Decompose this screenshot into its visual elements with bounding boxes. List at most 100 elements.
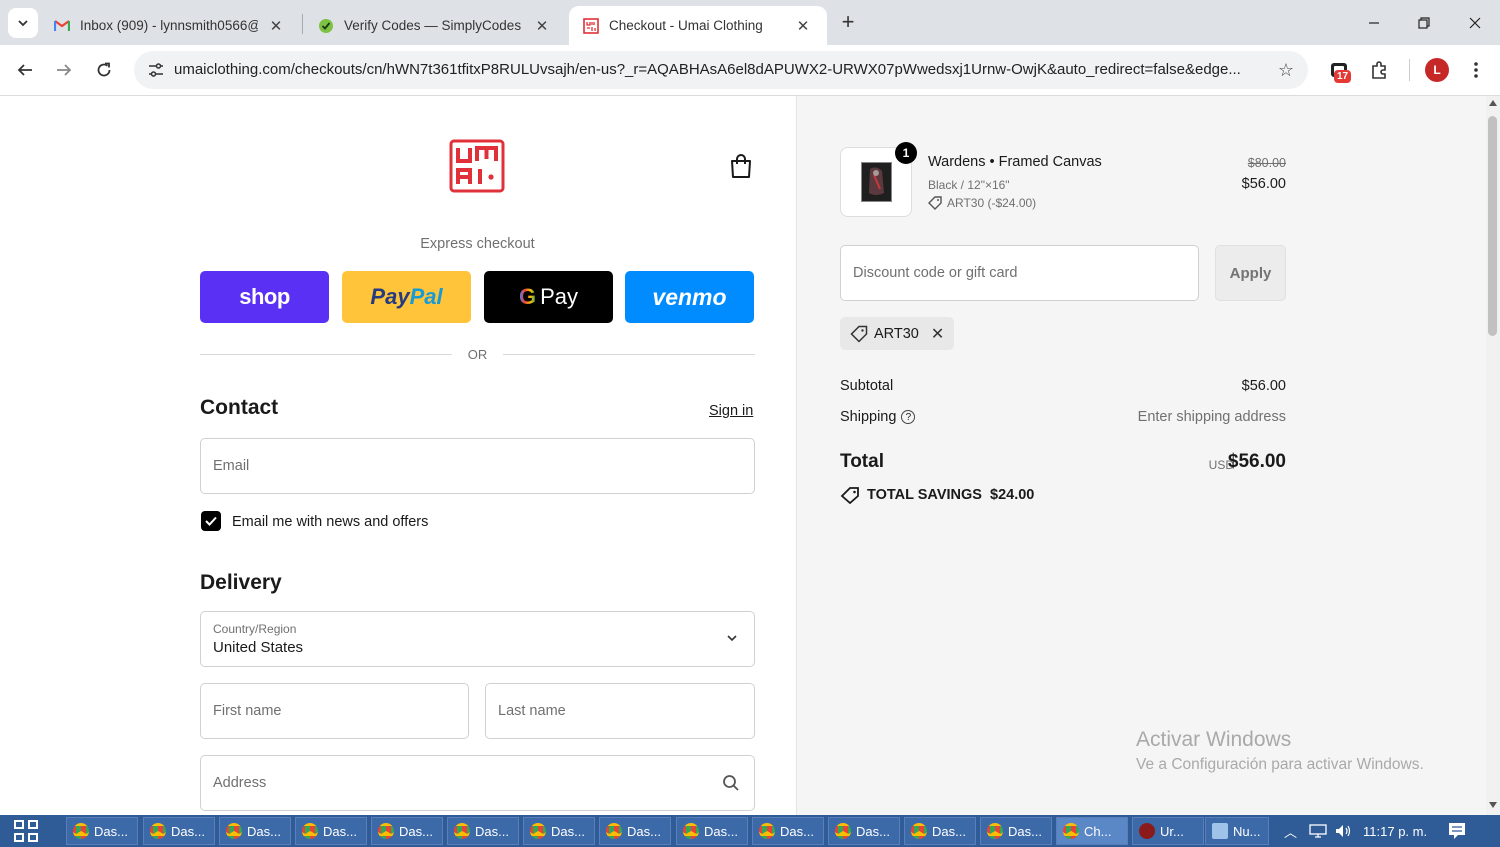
chrome-icon [378,823,394,839]
minimize-icon [1369,21,1379,24]
taskbar-item[interactable]: Ch... [1056,817,1128,845]
volume-icon[interactable] [1335,824,1353,838]
taskbar-item[interactable]: Das... [295,817,367,845]
taskbar-item[interactable]: Das... [447,817,519,845]
umai-favicon-icon [583,17,599,34]
close-icon[interactable]: ✕ [793,16,813,36]
shipping-value: Enter shipping address [1137,409,1286,425]
chrome-icon [73,823,89,839]
clock[interactable]: 11:17 p. m. [1363,824,1427,839]
first-name-field[interactable]: First name [200,683,469,739]
chrome-icon [1063,823,1079,839]
windows-activation-watermark: Activar Windows [1136,728,1292,751]
chrome-icon [150,823,166,839]
app-icon [1139,823,1155,839]
shop-pay-label: shop [239,284,290,309]
bookmark-star-icon[interactable]: ☆ [1278,60,1294,81]
taskbar-item[interactable]: Das... [676,817,748,845]
venmo-button[interactable]: venmo [625,271,754,323]
minimize-button[interactable] [1349,0,1399,45]
taskbar-item-label: Das... [247,823,281,839]
taskbar-item[interactable]: Das... [371,817,443,845]
google-g-icon: G [518,284,537,309]
checkout-page: Express checkout shop Pay Pal G Pay venmo… [0,96,1486,815]
tab-title: Inbox (909) - lynnsmith0566@g [80,18,258,33]
address-bar[interactable]: umaiclothing.com/checkouts/cn/hWN7t361tf… [134,51,1308,89]
tab-search-button[interactable] [8,8,38,38]
discount-code-input[interactable]: Discount code or gift card [840,245,1199,301]
apply-discount-button[interactable]: Apply [1215,245,1286,301]
taskbar-item[interactable]: Das... [66,817,138,845]
scroll-up-arrow-icon[interactable] [1489,100,1497,106]
chrome-menu-kebab-icon[interactable] [1463,57,1489,83]
close-icon[interactable]: ✕ [532,16,552,36]
sign-in-link[interactable]: Sign in [709,403,753,419]
restore-button[interactable] [1399,0,1449,45]
remove-discount-close-icon[interactable]: ✕ [931,324,944,344]
close-icon[interactable]: ✕ [266,16,286,36]
tag-icon [928,196,942,210]
chrome-icon [530,823,546,839]
contact-heading: Contact [200,396,279,419]
toolbar-divider [1409,59,1410,81]
taskbar-item[interactable]: Das... [752,817,824,845]
profile-avatar[interactable]: L [1425,58,1449,82]
umai-logo[interactable] [449,139,505,193]
product-name: Wardens • Framed Canvas [928,154,1102,170]
taskbar-item[interactable]: Das... [599,817,671,845]
taskbar-item[interactable]: Das... [143,817,215,845]
arrow-right-icon [57,64,72,76]
shopping-bag-icon[interactable] [729,153,753,179]
extensions-puzzle-icon[interactable] [1366,57,1392,83]
address-field[interactable]: Address [200,755,755,811]
newsletter-label[interactable]: Email me with news and offers [232,514,428,530]
shop-pay-button[interactable]: shop [200,271,329,323]
total-amount: $56.00 [1227,451,1286,472]
savings-tag-icon [840,487,859,504]
tab-simplycodes[interactable]: Verify Codes — SimplyCodes ✕ [304,6,566,45]
scrollbar-thumb[interactable] [1488,116,1497,336]
site-info-icon[interactable] [142,56,170,84]
google-pay-button[interactable]: G Pay [484,271,613,323]
email-field[interactable]: Email [200,438,755,494]
paypal-button[interactable]: Pay Pal [342,271,471,323]
applied-discount-chip: ART30 ✕ [840,317,955,350]
taskbar-item[interactable]: Das... [980,817,1052,845]
tab-gmail[interactable]: Inbox (909) - lynnsmith0566@g ✕ [40,6,300,45]
system-tray: ︿ 11:17 p. m. [1284,815,1427,847]
last-name-field[interactable]: Last name [485,683,755,739]
taskbar-item[interactable]: Nu... [1205,817,1269,845]
reload-button[interactable] [89,55,119,85]
url-text: umaiclothing.com/checkouts/cn/hWN7t361tf… [174,61,1241,78]
taskbar-item[interactable]: Das... [828,817,900,845]
taskbar-item-label: Ch... [1084,823,1112,839]
forward-button[interactable] [49,55,79,85]
country-select[interactable]: Country/Region United States [200,611,755,667]
chevron-up-icon[interactable]: ︿ [1284,822,1297,841]
tab-checkout[interactable]: Checkout - Umai Clothing ✕ [569,6,827,45]
help-question-icon[interactable]: ? [901,410,916,425]
scroll-down-arrow-icon[interactable] [1489,802,1497,808]
taskbar-item[interactable]: Das... [904,817,976,845]
taskbar-item[interactable]: Das... [219,817,291,845]
taskbar-item[interactable]: Ur... [1132,817,1204,845]
arrow-left-icon [17,64,32,76]
original-price: $80.00 [1247,156,1286,170]
back-button[interactable] [10,55,40,85]
newsletter-checkbox[interactable] [201,511,221,531]
last-name-placeholder: Last name [498,703,566,719]
network-icon[interactable] [1309,824,1327,838]
subtotal-label: Subtotal [840,378,894,394]
windows-taskbar: Das... Das... Das... Das... Das... Das... Das.… [0,815,1500,847]
chrome-icon [606,823,622,839]
close-window-button[interactable] [1450,0,1500,45]
discount-placeholder: Discount code or gift card [853,265,1018,281]
checkmark-icon [205,516,217,526]
taskbar-item-label: Das... [932,823,966,839]
task-view-icon[interactable] [14,820,40,842]
chevron-down-icon [18,20,28,27]
taskbar-item[interactable]: Das... [523,817,595,845]
page-scrollbar[interactable] [1486,96,1500,815]
notifications-icon[interactable] [1448,822,1466,840]
new-tab-button[interactable]: + [836,9,860,34]
